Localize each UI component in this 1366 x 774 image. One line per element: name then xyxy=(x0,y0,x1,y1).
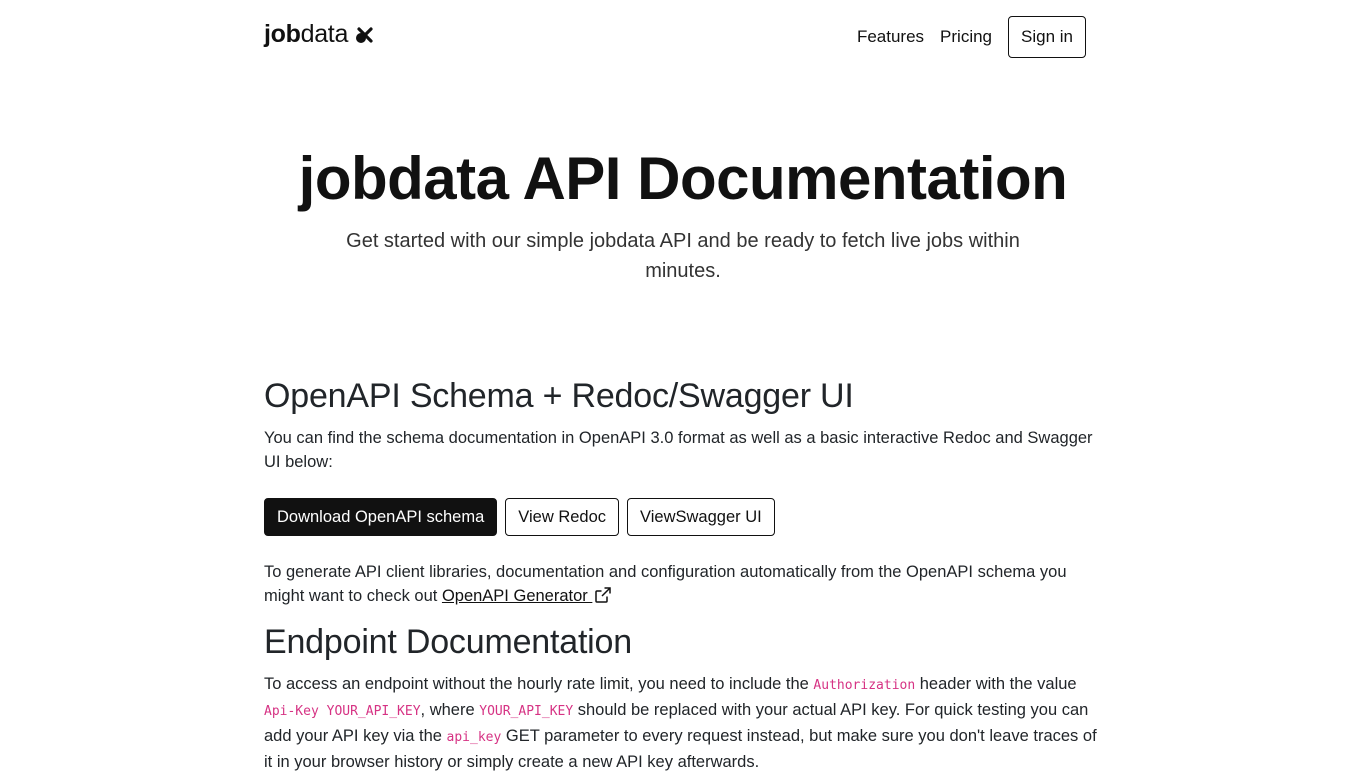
endpoint-text-2: header with the value xyxy=(915,675,1077,693)
nav-link-features[interactable]: Features xyxy=(857,16,924,58)
signin-button[interactable]: Sign in xyxy=(1008,16,1086,58)
generator-text: To generate API client libraries, docume… xyxy=(264,563,1067,605)
openapi-button-row: Download OpenAPI schema View Redoc ViewS… xyxy=(264,498,1104,536)
brand-name-light: data xyxy=(300,20,349,48)
code-authorization: Authorization xyxy=(813,678,916,693)
openapi-generator-link-label: OpenAPI Generator xyxy=(441,587,593,605)
nav-link-pricing[interactable]: Pricing xyxy=(940,16,992,58)
openapi-generator-link[interactable]: OpenAPI Generator xyxy=(442,587,612,605)
openapi-section-title: OpenAPI Schema + Redoc/Swagger UI xyxy=(264,377,854,415)
brand-name-bold: job xyxy=(264,20,301,48)
endpoint-section-description: To access an endpoint without the hourly… xyxy=(264,672,1104,774)
navbar: job data Features Pricing Sign in xyxy=(0,0,1366,74)
main-content: OpenAPI Schema + Redoc/Swagger UI You ca… xyxy=(264,376,1104,774)
brand-mark-icon xyxy=(356,26,373,43)
openapi-section-description: You can find the schema documentation in… xyxy=(264,429,1093,471)
endpoint-text-1: To access an endpoint without the hourly… xyxy=(264,675,814,693)
page-subtitle: Get started with our simple jobdata API … xyxy=(346,230,1020,282)
endpoint-text-3: , where xyxy=(420,701,480,719)
external-link-icon xyxy=(595,587,612,603)
code-api-key-value: Api-Key YOUR_API_KEY xyxy=(264,704,421,719)
view-redoc-button[interactable]: View Redoc xyxy=(505,498,620,536)
code-your-api-key: YOUR_API_KEY xyxy=(479,704,574,719)
brand-logo-link[interactable]: job data xyxy=(264,20,375,49)
code-api-key-param: api_key xyxy=(446,730,502,745)
endpoint-section-title: Endpoint Documentation xyxy=(264,623,632,661)
download-openapi-schema-button[interactable]: Download OpenAPI schema xyxy=(264,498,498,536)
generator-paragraph: To generate API client libraries, docume… xyxy=(264,560,1104,608)
page-title: jobdata API Documentation xyxy=(298,145,1068,212)
view-swagger-ui-button[interactable]: ViewSwagger UI xyxy=(627,498,775,536)
hero: jobdata API Documentation Get started wi… xyxy=(0,146,1366,286)
nav-links: Features Pricing Sign in xyxy=(857,16,1086,58)
